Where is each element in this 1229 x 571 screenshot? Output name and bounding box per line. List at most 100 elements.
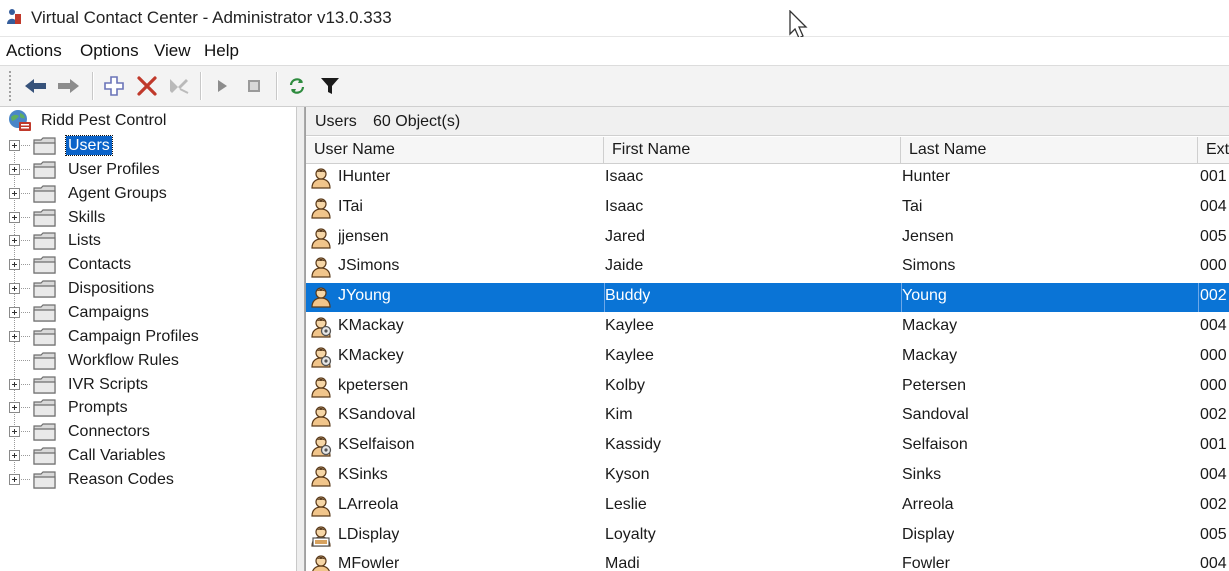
- cell-user-name: kpetersen: [338, 376, 409, 394]
- expand-icon[interactable]: [9, 211, 20, 223]
- panel-splitter[interactable]: [297, 107, 305, 571]
- expand-icon[interactable]: [9, 140, 20, 151]
- expand-icon[interactable]: [9, 306, 20, 318]
- column-header-last-name[interactable]: Last Name: [901, 137, 1198, 163]
- tree-item-label: Dispositions: [68, 280, 155, 298]
- expand-icon[interactable]: [9, 235, 20, 247]
- column-header-ext[interactable]: Ext: [1198, 137, 1229, 163]
- navigation-tree: Ridd Pest Control Users User Profiles Agen…: [0, 107, 297, 571]
- list-section-title: Users: [315, 113, 357, 130]
- tree-item-reason-codes[interactable]: Reason Codes: [8, 469, 288, 491]
- cell-first-name: Isaac: [605, 168, 644, 185]
- tree-item-label: Campaign Profiles: [68, 327, 199, 345]
- table-row[interactable]: MFowler Madi Fowler 004: [306, 551, 1229, 571]
- tree-item-users[interactable]: Users: [8, 135, 288, 157]
- cell-ext: 001: [1200, 168, 1227, 185]
- column-header-row: User Name First Name Last Name Ext: [306, 137, 1229, 164]
- user-icon: [311, 168, 331, 189]
- user-icon: [311, 406, 331, 427]
- table-row[interactable]: JYoung Buddy Young 002: [306, 283, 1229, 313]
- expand-icon[interactable]: [9, 187, 20, 199]
- tree-item-user-profiles[interactable]: User Profiles: [8, 159, 288, 181]
- cell-last-name: Jensen: [902, 227, 954, 245]
- tree-item-campaign-profiles[interactable]: Campaign Profiles: [8, 326, 288, 348]
- refresh-icon: [289, 78, 305, 94]
- edit-button[interactable]: [167, 74, 191, 98]
- expand-icon[interactable]: [9, 163, 20, 175]
- tree-root[interactable]: Ridd Pest Control: [7, 110, 166, 132]
- column-header-first-name[interactable]: First Name: [604, 137, 901, 163]
- column-divider: [1198, 283, 1199, 313]
- menu-help[interactable]: Help: [204, 41, 239, 61]
- organization-globe-icon: [9, 110, 31, 131]
- table-row[interactable]: kpetersen Kolby Petersen 000: [306, 373, 1229, 402]
- forward-button[interactable]: [56, 74, 80, 98]
- folder-icon: [33, 208, 56, 227]
- stop-button[interactable]: [242, 74, 266, 98]
- expand-icon[interactable]: [9, 283, 20, 295]
- expand-icon[interactable]: [9, 473, 20, 485]
- menu-view[interactable]: View: [154, 41, 191, 61]
- expand-icon[interactable]: [9, 259, 20, 271]
- tree-item-lists[interactable]: Lists: [8, 230, 288, 252]
- table-row[interactable]: KMackey Kaylee Mackay 000: [306, 343, 1229, 372]
- column-header-user-name[interactable]: User Name: [306, 137, 604, 163]
- tree-item-dispositions[interactable]: Dispositions: [8, 278, 288, 300]
- cell-first-name: Kassidy: [605, 436, 662, 454]
- table-row[interactable]: KSelfaison Kassidy Selfaison 001: [306, 432, 1229, 461]
- tree-item-call-variables[interactable]: Call Variables: [8, 445, 288, 467]
- toolbar-grip[interactable]: [8, 70, 12, 102]
- table-row[interactable]: LArreola Leslie Arreola 002: [306, 492, 1229, 521]
- cell-user-name: KSelfaison: [338, 436, 415, 454]
- refresh-button[interactable]: [285, 74, 309, 98]
- toolbar-separator: [200, 72, 202, 100]
- filter-button[interactable]: [318, 74, 342, 98]
- menu-options[interactable]: Options: [80, 41, 139, 61]
- user-icon: [311, 198, 331, 219]
- back-button[interactable]: [24, 74, 48, 98]
- cell-first-name: Jaide: [605, 257, 644, 275]
- cell-ext: 000: [1200, 346, 1227, 364]
- expand-icon[interactable]: [9, 402, 20, 414]
- table-row[interactable]: IHunter Isaac Hunter 001: [306, 164, 1229, 193]
- cell-first-name: Isaac: [605, 197, 644, 215]
- tree-item-label: Lists: [68, 232, 101, 250]
- tree-item-skills[interactable]: Skills: [8, 207, 288, 229]
- cell-user-name: IHunter: [338, 168, 391, 185]
- cell-ext: 002: [1200, 406, 1227, 424]
- table-row[interactable]: JSimons Jaide Simons 000: [306, 253, 1229, 282]
- menu-actions[interactable]: Actions: [6, 41, 62, 61]
- cell-ext: 005: [1200, 227, 1227, 245]
- table-row[interactable]: ITai Isaac Tai 004: [306, 194, 1229, 223]
- table-row[interactable]: KSandoval Kim Sandoval 002: [306, 402, 1229, 431]
- tree-item-prompts[interactable]: Prompts: [8, 397, 288, 419]
- tree-item-workflow-rules[interactable]: Workflow Rules: [8, 350, 288, 372]
- cell-last-name: Petersen: [902, 376, 967, 394]
- cell-last-name: Young: [902, 287, 947, 305]
- folder-icon: [33, 137, 56, 155]
- table-row[interactable]: KSinks Kyson Sinks 004: [306, 462, 1229, 491]
- delete-button[interactable]: [135, 74, 159, 98]
- expand-icon[interactable]: [9, 450, 20, 462]
- cell-first-name: Jared: [605, 227, 646, 245]
- cell-last-name: Sinks: [902, 466, 942, 483]
- table-row[interactable]: KMackay Kaylee Mackay 004: [306, 313, 1229, 342]
- cell-last-name: Selfaison: [902, 436, 968, 454]
- play-button[interactable]: [210, 74, 234, 98]
- users-list-panel: Users 60 Object(s) User Name First Name …: [305, 107, 1229, 571]
- user-icon: [311, 376, 331, 398]
- expand-icon[interactable]: [9, 330, 20, 342]
- tree-item-ivr-scripts[interactable]: IVR Scripts: [8, 374, 288, 396]
- tree-item-campaigns[interactable]: Campaigns: [8, 302, 288, 324]
- expand-icon[interactable]: [9, 426, 20, 438]
- expand-icon[interactable]: [9, 378, 20, 390]
- add-button[interactable]: [102, 74, 126, 98]
- cell-last-name: Sandoval: [902, 406, 969, 424]
- tree-item-connectors[interactable]: Connectors: [8, 421, 288, 443]
- table-row[interactable]: LDisplay Loyalty Display 005: [306, 522, 1229, 551]
- tree-item-label: User Profiles: [68, 160, 160, 178]
- cell-ext: 000: [1200, 257, 1227, 275]
- tree-item-agent-groups[interactable]: Agent Groups: [8, 183, 288, 205]
- tree-item-contacts[interactable]: Contacts: [8, 254, 288, 276]
- table-row[interactable]: jjensen Jared Jensen 005: [306, 224, 1229, 253]
